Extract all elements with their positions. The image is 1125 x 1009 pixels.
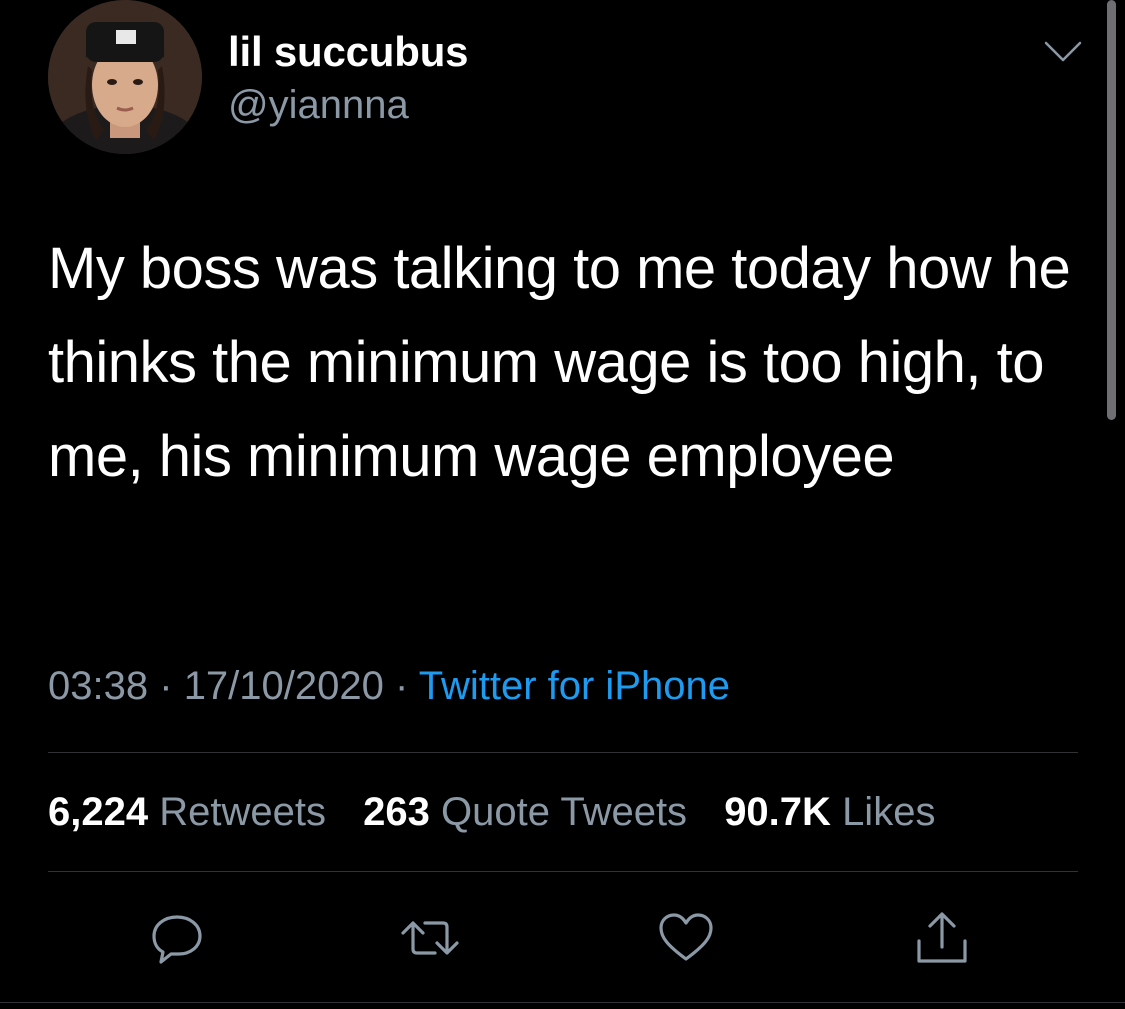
reply-button[interactable]: [147, 908, 207, 968]
display-name[interactable]: lil succubus: [228, 28, 469, 76]
divider: [48, 752, 1078, 753]
meta-separator: ·: [159, 664, 173, 708]
tweet-detail: lil succubus @yiannna My boss was talkin…: [0, 0, 1125, 1009]
retweets-label: Retweets: [159, 790, 326, 834]
tweet-text: My boss was talking to me today how he t…: [48, 236, 1071, 489]
tweet-meta: 03:38 · 17/10/2020 · Twitter for iPhone: [48, 664, 730, 709]
retweet-icon: [401, 921, 459, 955]
share-button[interactable]: [912, 908, 972, 968]
scrollbar[interactable]: [1107, 0, 1116, 420]
chevron-down-icon[interactable]: [1042, 35, 1084, 69]
tweet-time: 03:38: [48, 664, 149, 708]
share-icon: [917, 912, 967, 963]
retweet-button[interactable]: [400, 908, 460, 968]
like-button[interactable]: [656, 908, 716, 968]
user-handle[interactable]: @yiannna: [228, 83, 409, 128]
quotes-count: 263: [363, 790, 430, 834]
divider: [48, 871, 1078, 872]
retweets-stat[interactable]: 6,224 Retweets: [48, 790, 326, 834]
divider: [0, 1002, 1125, 1003]
tweet-stats: 6,224 Retweets 263 Quote Tweets 90.7K Li…: [48, 790, 961, 835]
quotes-label: Quote Tweets: [440, 790, 688, 834]
heart-icon: [659, 913, 713, 961]
reply-icon: [152, 915, 202, 964]
meta-separator: ·: [395, 664, 409, 708]
likes-label: Likes: [842, 790, 936, 834]
likes-count: 90.7K: [724, 790, 831, 834]
avatar-image: [48, 0, 202, 154]
avatar[interactable]: [48, 0, 202, 154]
tweet-date: 17/10/2020: [183, 664, 384, 708]
quotes-stat[interactable]: 263 Quote Tweets: [363, 790, 687, 834]
tweet-source-link[interactable]: Twitter for iPhone: [419, 664, 730, 708]
likes-stat[interactable]: 90.7K Likes: [724, 790, 935, 834]
retweets-count: 6,224: [48, 790, 149, 834]
